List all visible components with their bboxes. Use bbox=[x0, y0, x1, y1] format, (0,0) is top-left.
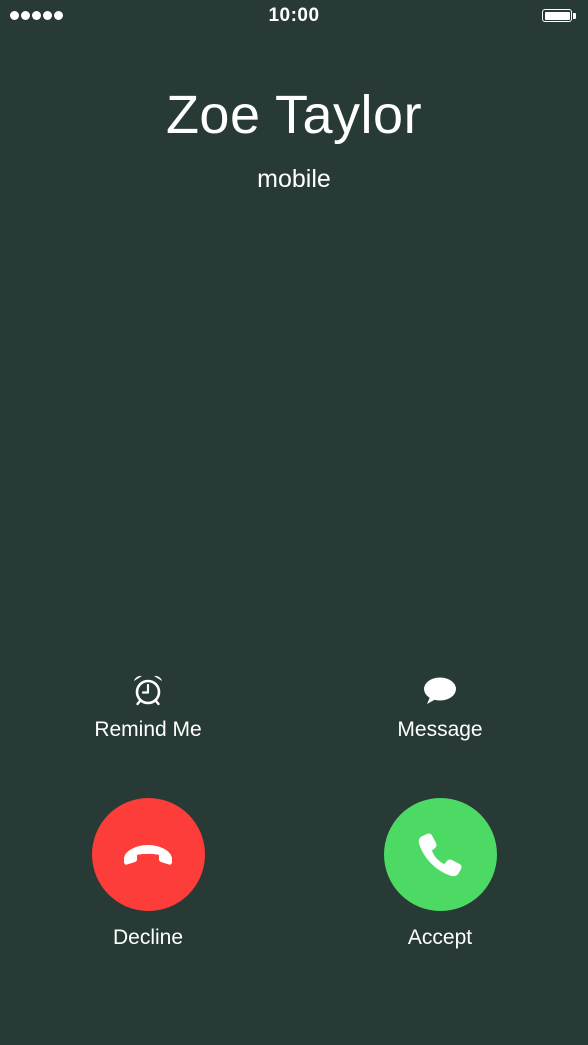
battery-tip bbox=[573, 13, 576, 19]
decline-circle[interactable] bbox=[91, 798, 205, 911]
alarm-clock-icon bbox=[134, 675, 162, 706]
message-button[interactable]: Message bbox=[350, 672, 530, 752]
phone-hangup-icon bbox=[124, 844, 172, 865]
battery-icon bbox=[542, 9, 572, 22]
accept-label: Accept bbox=[407, 926, 473, 949]
accept-circle[interactable] bbox=[383, 798, 497, 911]
battery-fill bbox=[544, 11, 570, 20]
decline-label: Decline bbox=[112, 926, 184, 949]
decline-button[interactable]: Decline bbox=[58, 798, 238, 950]
status-time: 10:00 bbox=[268, 5, 320, 26]
phone-icon bbox=[418, 833, 462, 876]
caller-number-label: mobile bbox=[257, 165, 331, 193]
remind-me-button[interactable]: Remind Me bbox=[58, 672, 238, 752]
speech-bubble-icon bbox=[424, 677, 456, 704]
caller-name: Zoe Taylor bbox=[165, 85, 423, 145]
message-label: Message bbox=[397, 718, 483, 741]
incoming-call-screen: 10:00 Zoe Taylor mobile Remind Me Messag… bbox=[0, 0, 588, 1045]
status-bar: 10:00 bbox=[0, 0, 588, 32]
accept-button[interactable]: Accept bbox=[350, 798, 530, 950]
remind-me-label: Remind Me bbox=[94, 718, 202, 741]
